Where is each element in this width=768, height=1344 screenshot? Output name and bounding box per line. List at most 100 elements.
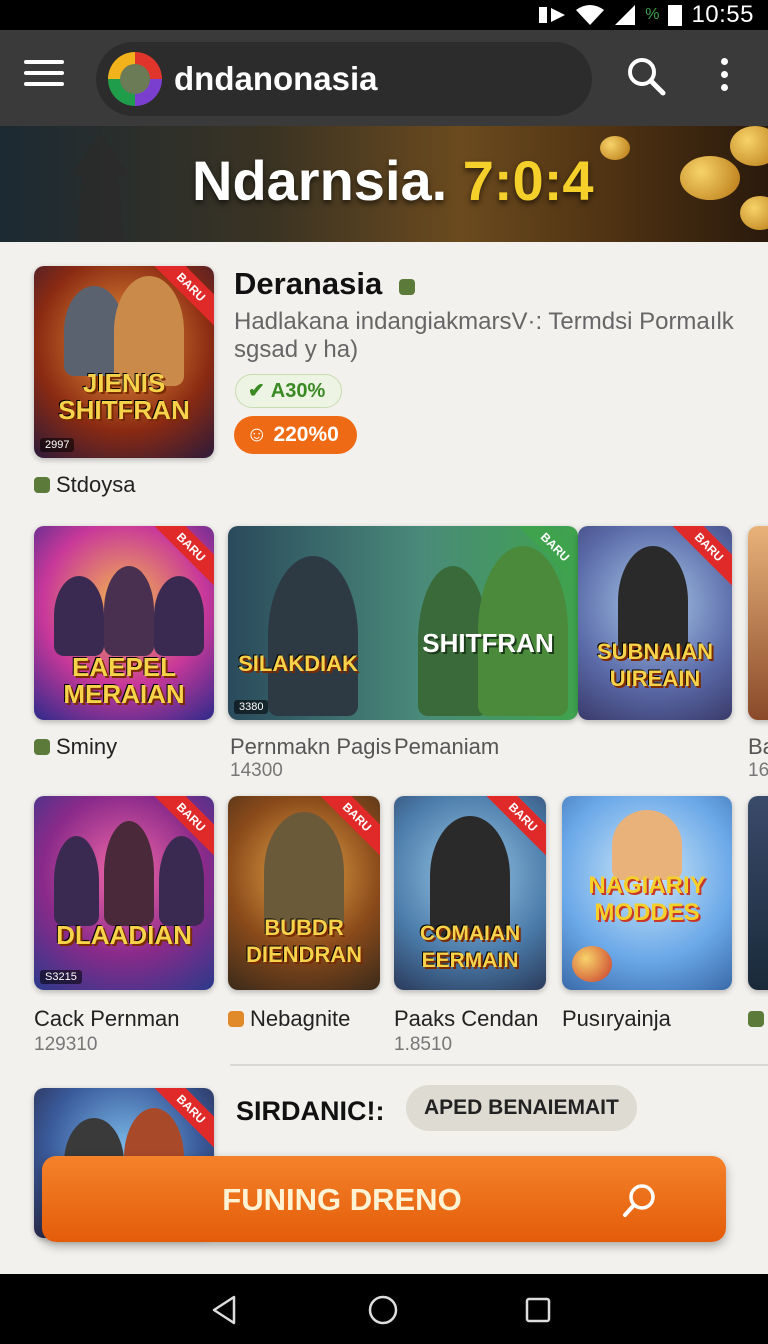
character-graphic	[159, 836, 204, 926]
coin-graphic	[730, 126, 768, 166]
hamburger-icon	[24, 60, 64, 64]
game-thumbnail[interactable]: NAGIARIY MODDES	[562, 796, 732, 990]
game-label: Ba	[748, 734, 768, 759]
hamburger-icon-line	[24, 71, 64, 75]
badge-icon	[34, 477, 50, 493]
badge-icon	[398, 279, 415, 295]
thumb-corner-label: S3215	[40, 970, 82, 984]
featured-description: Hadlakana indangiakmarsV·: Termdsi Porma…	[234, 308, 734, 363]
hero-title-main: Ndarnsia.	[192, 149, 448, 212]
badge-icon	[748, 1011, 764, 1027]
game-label: Cack Pernman	[34, 1006, 180, 1031]
hamburger-icon-line	[24, 82, 64, 86]
cta-label: FUNING DRENO	[222, 1182, 462, 1217]
rating-chip-text: A30%	[270, 380, 326, 402]
more-vert-icon-dot	[720, 71, 728, 78]
thumb-corner-label: 2997	[40, 438, 75, 452]
wifi-icon	[576, 5, 605, 25]
brand-bar[interactable]: dndanonasia	[96, 42, 592, 116]
app-logo	[108, 52, 162, 106]
character-graphic	[104, 821, 154, 926]
badge-icon	[228, 1011, 244, 1027]
game-sub-label: 1.8510	[394, 1034, 453, 1055]
game-thumbnail[interactable]: BARU BUBDR DIENDRAN	[228, 796, 380, 990]
hero-banner[interactable]: Ndarnsia. 7:0:4	[0, 126, 768, 242]
game-label	[748, 1006, 768, 1032]
battery-icon	[668, 5, 683, 26]
section-chip[interactable]: APED BENAIEMAIT	[406, 1085, 637, 1131]
cast-icon	[539, 7, 566, 23]
featured-title[interactable]: Deranasia	[234, 266, 421, 302]
thumb-title: DLAADIAN	[56, 920, 192, 950]
coin-graphic	[740, 196, 768, 230]
rating-chip: ✔ A30%	[235, 374, 343, 408]
game-thumbnail[interactable]: BARU SUBNAIAN UIREAIN	[578, 526, 732, 720]
game-label: Sminy	[34, 734, 117, 760]
thumb-title: JIENIS SHITFRAN	[58, 368, 190, 425]
more-vert-icon	[720, 58, 728, 65]
thumb-title: SHITFRAN	[422, 628, 554, 658]
game-label: Pusıryainja	[562, 1006, 671, 1031]
thumb-corner-label: 3380	[234, 700, 269, 714]
status-bar: % 10:55	[0, 0, 768, 30]
more-options-button[interactable]	[712, 58, 736, 98]
more-vert-icon-dot	[720, 84, 728, 91]
game-thumbnail[interactable]	[748, 796, 768, 990]
back-icon[interactable]	[208, 1294, 240, 1326]
game-sub-label: 129310	[34, 1034, 98, 1055]
coin-graphic	[680, 156, 740, 200]
section-title: SIRDANIC!:	[236, 1096, 385, 1126]
character-graphic	[104, 566, 154, 656]
content-area: BARU JIENIS SHITFRAN 2997 Deranasia Hadl…	[0, 242, 768, 1274]
game-label: Nebagnite	[228, 1006, 350, 1032]
clock: 10:55	[691, 1, 754, 28]
thumb-title: NAGIARIY MODDES	[588, 872, 706, 926]
bonus-chip[interactable]: ☺ 220%0	[234, 416, 357, 454]
character-graphic	[430, 816, 510, 936]
home-icon[interactable]	[367, 1294, 399, 1326]
character-graphic	[268, 556, 358, 716]
game-label-text: Nebagnite	[250, 1006, 351, 1031]
character-graphic	[612, 810, 682, 880]
character-graphic	[54, 576, 104, 656]
character-graphic	[154, 576, 204, 656]
thumb-title: EAEPEL MERAIAN	[63, 652, 185, 709]
featured-studio-text: Stdoysa	[56, 472, 136, 497]
game-banner[interactable]: BARU SILAKDIAK SHITFRAN 3380	[228, 526, 578, 720]
game-label: Paaks Cendan	[394, 1006, 539, 1031]
app-brand: dndanonasia	[174, 60, 378, 97]
cta-button[interactable]: FUNING DRENO	[42, 1156, 726, 1242]
featured-title-text: Deranasia	[234, 266, 383, 301]
game-label: Pernmakn Pagis	[230, 734, 392, 759]
game-label: Pemaniam	[394, 734, 500, 759]
game-thumbnail[interactable]: BARU EAEPEL MERAIAN	[34, 526, 214, 720]
signal-icon	[615, 5, 636, 25]
featured-studio: Stdoysa	[34, 472, 136, 498]
search-icon[interactable]	[624, 54, 668, 98]
check-icon: ✔	[248, 380, 265, 402]
app-bar: dndanonasia	[0, 30, 768, 126]
featured-thumbnail[interactable]: BARU JIENIS SHITFRAN 2997	[34, 266, 214, 458]
coin-graphic	[600, 136, 630, 160]
game-label-text: Sminy	[56, 734, 118, 759]
game-thumbnail[interactable]: BARU COMAIAN EERMAIN	[394, 796, 546, 990]
system-nav-bar	[0, 1274, 768, 1344]
thumb-title: SUBNAIAN UIREAIN	[596, 639, 714, 691]
game-sub-label: 14300	[230, 760, 283, 781]
thumb-title: SILAKDIAK	[238, 651, 358, 676]
badge-icon	[34, 739, 50, 755]
recents-icon[interactable]	[522, 1294, 554, 1326]
coin-graphic	[572, 946, 612, 982]
hero-title-highlight: 7:0:4	[462, 149, 594, 212]
data-icon: %	[645, 6, 660, 23]
game-sub-label: 16	[748, 760, 768, 781]
bonus-icon: ☺	[246, 423, 268, 446]
game-thumbnail[interactable]: BARU DLAADIAN S3215	[34, 796, 214, 990]
thumb-title: BUBDR DIENDRAN	[245, 915, 363, 967]
menu-button[interactable]	[24, 60, 64, 96]
section-divider	[230, 1064, 768, 1066]
hero-title: Ndarnsia. 7:0:4	[192, 148, 594, 213]
search-icon	[623, 1184, 655, 1217]
game-thumbnail[interactable]	[748, 526, 768, 720]
thumb-title: COMAIAN EERMAIN	[419, 922, 521, 972]
